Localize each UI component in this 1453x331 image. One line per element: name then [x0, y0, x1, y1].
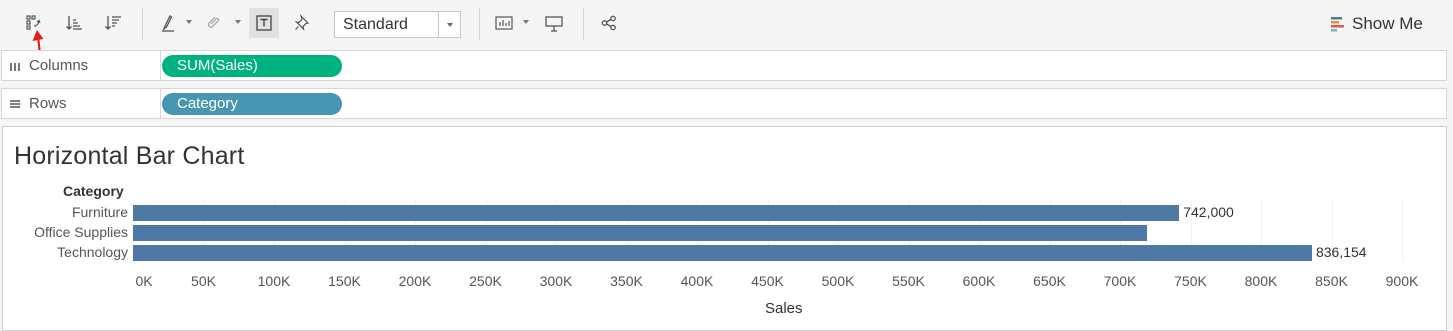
bar-chart-dropdown-caret[interactable] [523, 20, 529, 24]
bar-technology[interactable] [133, 245, 1312, 261]
bar-chart-icon[interactable] [490, 8, 520, 38]
presentation-icon[interactable] [539, 8, 569, 38]
x-axis-tick-label: 0K [135, 273, 153, 289]
share-icon[interactable] [594, 8, 624, 38]
x-axis-tick-label: 850K [1315, 273, 1348, 289]
rows-pill-category[interactable]: Category [162, 93, 342, 115]
x-axis-tick-label: 300K [539, 273, 573, 289]
gridline [1402, 199, 1403, 261]
sort-ascending-icon[interactable] [59, 8, 89, 38]
fit-select-value: Standard [343, 16, 408, 33]
x-axis-tick-label: 100K [257, 273, 291, 289]
x-axis-tick-label: 150K [328, 273, 361, 289]
chart-view: Horizontal Bar Chart Category Sales Furn… [2, 126, 1447, 331]
category-label: Technology [57, 244, 128, 260]
category-label: Office Supplies [34, 224, 128, 240]
show-me-button[interactable]: Show Me [1331, 13, 1423, 35]
toolbar: Standard Show Me [0, 0, 1453, 46]
x-axis-tick-label: 750K [1174, 273, 1207, 289]
group-dropdown-caret[interactable] [235, 20, 241, 24]
x-axis-tick-label: 800K [1244, 273, 1278, 289]
columns-label: Columns [29, 57, 89, 74]
x-axis-tick-label: 200K [398, 273, 432, 289]
x-axis-tick-label: 600K [962, 273, 996, 289]
rows-shelf[interactable]: Rows Category [1, 88, 1447, 119]
highlight-icon[interactable] [153, 8, 183, 38]
x-axis-tick-label: 450K [751, 273, 784, 289]
bar-office-supplies[interactable] [133, 225, 1147, 241]
x-axis-tick-label: 400K [680, 273, 714, 289]
swap-rows-columns-icon[interactable] [19, 8, 49, 38]
chevron-down-icon[interactable] [438, 12, 460, 37]
bar-data-label: 836,154 [1315, 244, 1367, 260]
x-axis-tick-label: 500K [821, 273, 855, 289]
show-me-label: Show Me [1352, 14, 1423, 33]
x-axis-tick-label: 700K [1103, 273, 1137, 289]
show-me-icon [1331, 17, 1344, 32]
chart-title: Horizontal Bar Chart [14, 142, 245, 170]
sort-descending-icon[interactable] [98, 8, 128, 38]
fit-select[interactable]: Standard [334, 11, 461, 38]
columns-pill-sum-sales[interactable]: SUM(Sales) [162, 55, 342, 77]
group-icon[interactable] [198, 8, 228, 38]
x-axis-tick-label: 50K [191, 273, 216, 289]
pin-icon[interactable] [287, 8, 317, 38]
category-header: Category [63, 183, 124, 199]
x-axis-tick-label: 550K [892, 273, 925, 289]
x-axis-tick-label: 350K [610, 273, 643, 289]
bar-data-label: 742,000 [1183, 204, 1234, 220]
rows-shelf-label: Rows [2, 89, 161, 118]
x-axis-tick-label: 250K [469, 273, 502, 289]
columns-icon [10, 62, 20, 71]
rows-icon [10, 99, 20, 108]
highlight-dropdown-caret[interactable] [186, 20, 192, 24]
x-axis-tick-label: 650K [1033, 273, 1066, 289]
x-axis-title: Sales [765, 300, 803, 317]
columns-shelf-label: Columns [2, 51, 161, 80]
show-labels-icon[interactable] [249, 8, 279, 38]
columns-shelf[interactable]: Columns SUM(Sales) [1, 50, 1447, 81]
category-label: Furniture [71, 204, 128, 220]
bar-furniture[interactable] [133, 205, 1180, 221]
rows-label: Rows [29, 95, 67, 112]
x-axis-tick-label: 900K [1385, 273, 1419, 289]
